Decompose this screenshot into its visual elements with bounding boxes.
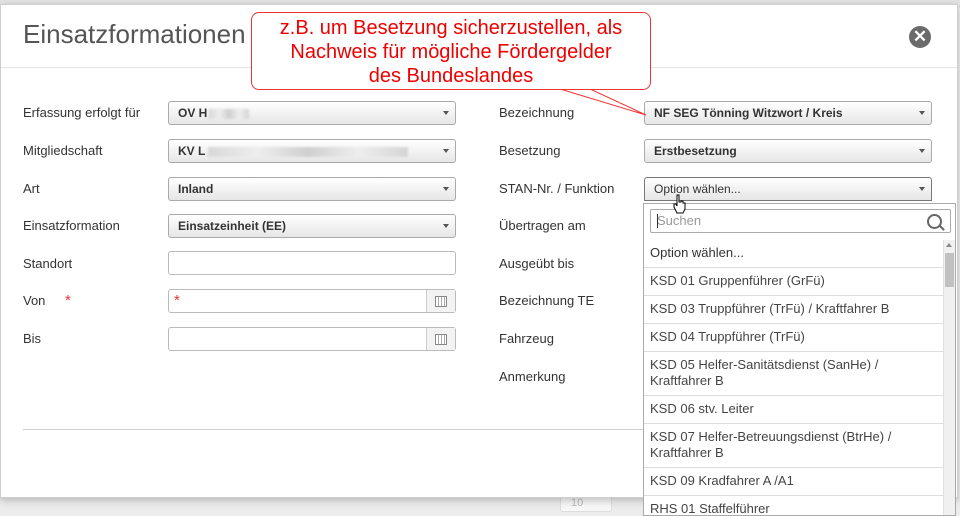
stan-dropdown: Suchen Option wählen... KSD 01 Gruppenfü… (643, 203, 956, 516)
mitgliedschaft-value: KV L (178, 144, 206, 158)
standort-input[interactable] (168, 251, 456, 275)
search-input[interactable]: Suchen (650, 209, 951, 233)
chevron-down-icon (919, 149, 925, 153)
required-marker: * (174, 292, 180, 309)
calendar-icon[interactable] (426, 328, 455, 350)
chevron-down-icon (443, 149, 449, 153)
bis-date-input[interactable] (168, 327, 456, 351)
label-erfassung: Erfassung erfolgt für (23, 105, 141, 120)
chevron-down-icon (443, 224, 449, 228)
scroll-up-icon[interactable] (946, 243, 952, 247)
label-anmerkung: Anmerkung (499, 369, 566, 384)
label-art: Art (23, 181, 40, 196)
list-item[interactable]: KSD 01 Gruppenführer (GrFü) (644, 268, 944, 296)
besetzung-value: Erstbesetzung (654, 144, 737, 158)
art-value: Inland (178, 182, 214, 196)
option-list: Option wählen... KSD 01 Gruppenführer (G… (644, 240, 944, 515)
list-item[interactable]: KSD 06 stv. Leiter (644, 396, 944, 424)
search-placeholder: Suchen (657, 213, 702, 228)
label-fahrzeug: Fahrzeug (499, 331, 554, 346)
modal-title: Einsatzformationen | (23, 19, 260, 49)
chevron-down-icon (443, 111, 449, 115)
einsatzformation-value: Einsatzeinheit (EE) (178, 219, 287, 233)
list-item[interactable]: RHS 01 Staffelführer (644, 496, 944, 515)
label-besetzung: Besetzung (499, 143, 561, 158)
label-stan: STAN-Nr. / Funktion (499, 181, 615, 196)
stan-value: Option wählen... (654, 182, 741, 196)
chevron-down-icon (919, 187, 925, 191)
chevron-down-icon (919, 111, 925, 115)
redacted-text (209, 108, 250, 119)
label-von: Von (23, 293, 46, 308)
calendar-icon[interactable] (426, 290, 455, 312)
mitgliedschaft-select[interactable]: KV L (168, 139, 456, 163)
list-item[interactable]: KSD 09 Kradfahrer A /A1 (644, 468, 944, 496)
stan-select[interactable]: Option wählen... (644, 177, 932, 201)
art-select[interactable]: Inland (168, 177, 456, 201)
erfassung-value: OV H (178, 106, 208, 120)
chevron-down-icon (443, 187, 449, 191)
callout-line: des Bundeslandes (368, 65, 534, 87)
list-item[interactable]: KSD 04 Truppführer (TrFü) (644, 324, 944, 352)
label-standort: Standort (23, 256, 73, 271)
hand-cursor-icon (673, 194, 686, 214)
label-einsatzformation: Einsatzformation (23, 218, 120, 233)
besetzung-select[interactable]: Erstbesetzung (644, 139, 932, 163)
label-bis: Bis (23, 331, 42, 346)
annotation-callout: z.B. um Besetzung sicherzustellen, als N… (251, 12, 651, 90)
list-item[interactable]: KSD 05 Helfer-Sanitätsdienst (SanHe) / K… (644, 352, 944, 396)
scroll-thumb[interactable] (945, 253, 954, 287)
text-caret (657, 214, 658, 228)
list-item[interactable]: Option wählen... (644, 240, 944, 268)
dropdown-scrollbar[interactable] (943, 240, 955, 515)
list-item[interactable]: KSD 03 Truppführer (TrFü) / Kraftfahrer … (644, 296, 944, 324)
search-icon (927, 214, 942, 229)
required-marker: * (65, 292, 71, 309)
close-icon[interactable]: ✕ (909, 26, 931, 48)
callout-line: z.B. um Besetzung sicherzustellen, als (279, 17, 623, 39)
label-bezeichnung: Bezeichnung (499, 105, 575, 120)
bezeichnung-value: NF SEG Tönning Witzwort / Kreis (654, 106, 843, 120)
list-item[interactable]: KSD 07 Helfer-Betreuungsdienst (BtrHe) /… (644, 424, 944, 468)
label-ausgeuebt: Ausgeübt bis (499, 256, 575, 271)
von-date-input[interactable]: * (168, 289, 456, 313)
label-mitgliedschaft: Mitgliedschaft (23, 143, 103, 158)
bezeichnung-select[interactable]: NF SEG Tönning Witzwort / Kreis (644, 101, 932, 125)
erfassung-select[interactable]: OV H (168, 101, 456, 125)
label-bezeichnung-te: Bezeichnung TE (499, 293, 595, 308)
label-uebertragen: Übertragen am (499, 218, 586, 233)
redacted-text (208, 146, 409, 157)
callout-line: Nachweis für mögliche Fördergelder (290, 41, 612, 63)
einsatzformation-select[interactable]: Einsatzeinheit (EE) (168, 214, 456, 238)
